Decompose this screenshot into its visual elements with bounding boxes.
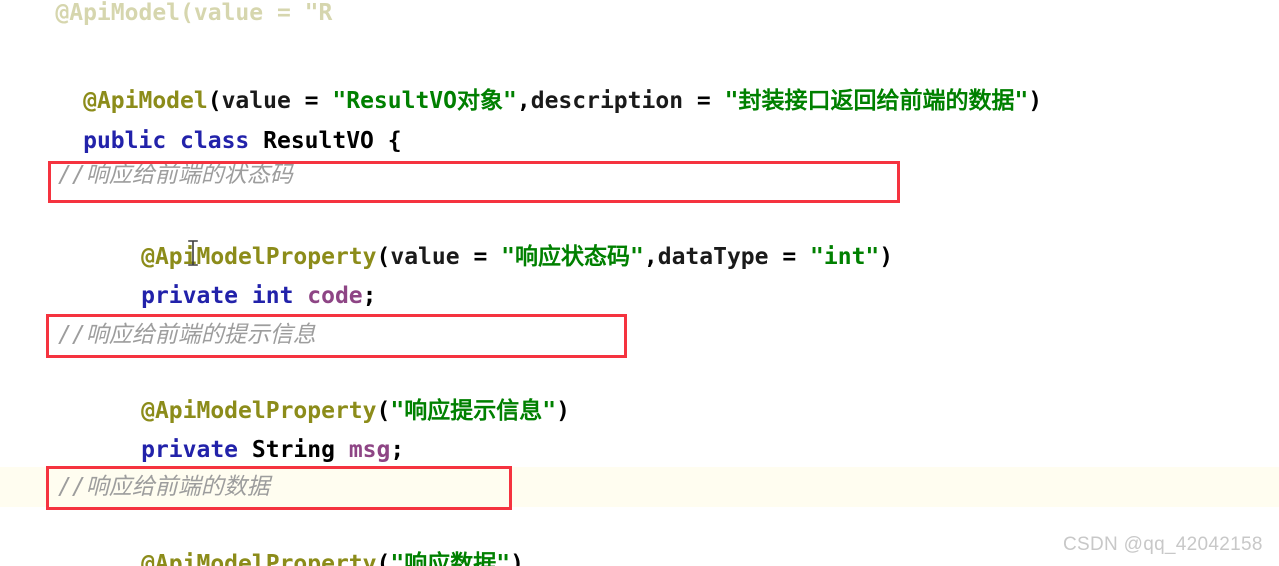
csdn-watermark: CSDN @qq_42042158 [1063,534,1263,555]
code-annotation-value-param: value [390,244,460,270]
code-annotation-open-paren: ( [376,244,391,270]
comment-line-data-field[interactable]: //响应给前端的数据 [0,430,1279,500]
msg-annotation-value-string: "响应提示信息" [390,398,557,424]
code-line-field-code[interactable]: private int code; [0,201,1279,309]
code-line-api-model-property-data[interactable]: @ApiModelProperty("响应数据") [0,469,1279,566]
code-line-api-model-property-code[interactable]: @ApiModelProperty(value = "响应状态码",dataTy… [0,162,1279,270]
code-annotation-comma: , [643,244,658,270]
data-annotation-close-paren: ) [510,551,524,566]
code-line-api-model-property-msg[interactable]: @ApiModelProperty("响应提示信息") [0,316,1279,424]
api-model-description-param: description [530,88,684,114]
api-model-comma: , [516,88,531,114]
code-line-field-msg[interactable]: private String msg; [0,355,1279,463]
code-annotation-datatype-param: dataType [657,244,769,270]
text-cursor-icon [186,240,200,266]
code-annotation-eq-1: = [459,244,502,270]
code-annotation-value-string: "响应状态码" [501,244,644,270]
code-annotation-datatype-string: "int" [810,244,880,270]
api-model-description-string: "封装接口返回给前端的数据" [724,88,1029,114]
comment-line-msg-field[interactable]: //响应给前端的提示信息 [0,278,1279,348]
code-annotation-eq-2: = [768,244,811,270]
code-line-class-declaration[interactable]: public class ResultVO { [0,46,1279,154]
code-annotation-close-paren: ) [879,244,894,270]
api-model-eq-2: = [683,88,725,114]
api-model-close-paren: ) [1028,88,1043,114]
code-line-api-model[interactable]: @ApiModel(value = "ResultVO对象",descripti… [0,6,1279,114]
comment-line-code-field[interactable]: //响应给前端的状态码 [0,118,1279,188]
msg-annotation-close-paren: ) [556,398,570,424]
code-editor-viewport[interactable]: @ApiModel(value = "R @ApiModel(value = "… [0,0,1279,566]
